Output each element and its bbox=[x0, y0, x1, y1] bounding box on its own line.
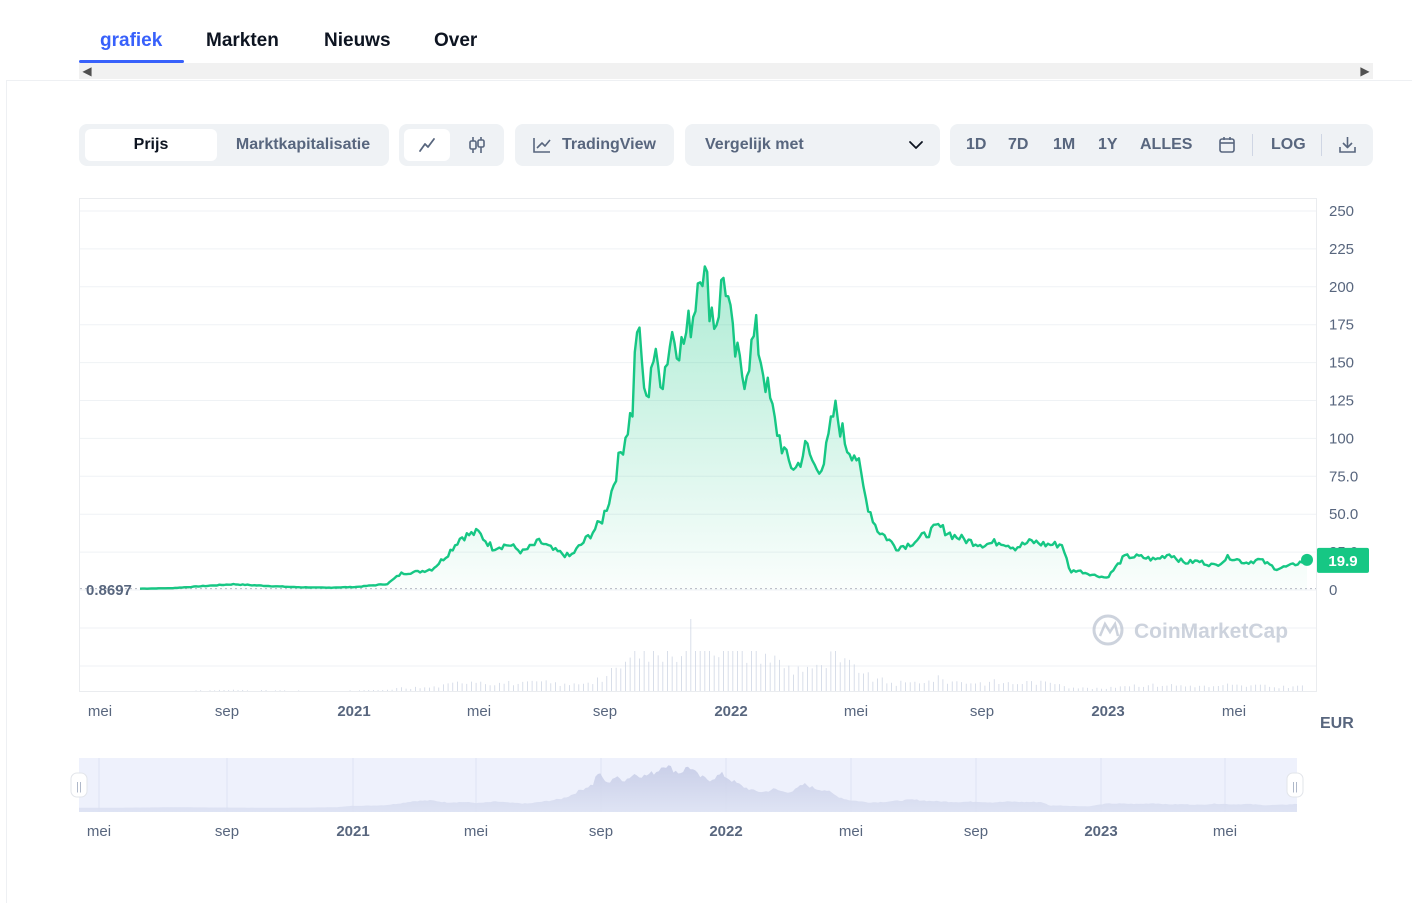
current-price-dot bbox=[1301, 553, 1313, 566]
navigator-x-tick-label: sep bbox=[215, 823, 239, 840]
y-tick-label: 0 bbox=[1329, 582, 1337, 599]
x-tick-label: mei bbox=[1222, 703, 1246, 720]
x-tick-label: 2022 bbox=[714, 703, 747, 720]
y-tick-label: 100 bbox=[1329, 430, 1354, 447]
x-tick-label: 2021 bbox=[337, 703, 370, 720]
x-tick-label: sep bbox=[970, 703, 994, 720]
current-price-tag: 19.9 bbox=[1317, 547, 1369, 573]
y-tick-label: 150 bbox=[1329, 355, 1354, 372]
navigator-x-tick-label: sep bbox=[964, 823, 988, 840]
x-tick-label: 2023 bbox=[1091, 703, 1124, 720]
price-chart[interactable]: 25022520017515012510075.050.025.00 meise… bbox=[0, 0, 1412, 903]
navigator-x-tick-label: mei bbox=[1213, 823, 1237, 840]
x-tick-label: mei bbox=[844, 703, 868, 720]
x-tick-label: sep bbox=[593, 703, 617, 720]
navigator-x-tick-label: mei bbox=[87, 823, 111, 840]
navigator-x-labels: mei sep 2021 mei sep 2022 mei sep 2023 mei bbox=[87, 823, 1237, 840]
watermark-text: CoinMarketCap bbox=[1134, 620, 1288, 643]
start-price-label: 0.8697 bbox=[86, 582, 132, 599]
current-price-value: 19.9 bbox=[1328, 553, 1357, 570]
y-tick-label: 50.0 bbox=[1329, 506, 1358, 523]
navigator-x-tick-label: 2022 bbox=[709, 823, 742, 840]
navigator-x-tick-label: sep bbox=[589, 823, 613, 840]
right-handle-grip-icon: || bbox=[1292, 781, 1298, 793]
x-axis-labels: mei sep 2021 mei sep 2022 mei sep 2023 mei bbox=[88, 703, 1246, 720]
y-tick-label: 125 bbox=[1329, 393, 1354, 410]
navigator-x-tick-label: 2023 bbox=[1084, 823, 1117, 840]
x-tick-label: mei bbox=[467, 703, 491, 720]
y-tick-label: 225 bbox=[1329, 241, 1354, 258]
y-tick-label: 175 bbox=[1329, 317, 1354, 334]
y-axis-labels: 25022520017515012510075.050.025.00 bbox=[1329, 203, 1358, 599]
x-tick-label: sep bbox=[215, 703, 239, 720]
navigator-x-tick-label: mei bbox=[839, 823, 863, 840]
navigator-x-tick-label: 2021 bbox=[336, 823, 369, 840]
currency-label: EUR bbox=[1320, 715, 1354, 732]
x-tick-label: mei bbox=[88, 703, 112, 720]
navigator-x-tick-label: mei bbox=[464, 823, 488, 840]
y-tick-label: 75.0 bbox=[1329, 468, 1358, 485]
y-tick-label: 200 bbox=[1329, 279, 1354, 296]
y-tick-label: 250 bbox=[1329, 203, 1354, 220]
left-handle-grip-icon: || bbox=[76, 781, 82, 793]
